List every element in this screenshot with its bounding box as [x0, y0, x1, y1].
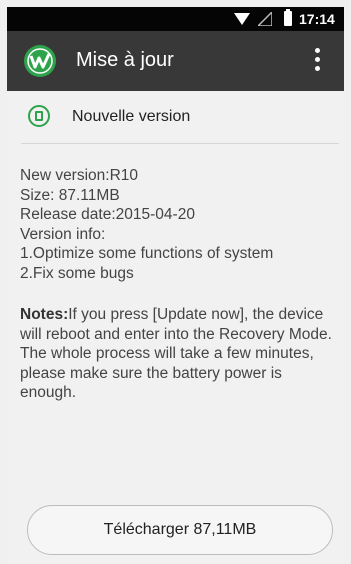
status-time: 17:14: [299, 11, 335, 27]
app-logo-icon: [24, 45, 56, 77]
info-line: Size: 87.11MB: [20, 186, 120, 204]
section-title: Nouvelle version: [72, 108, 191, 125]
info-line: 1.Optimize some functions of system: [20, 245, 274, 262]
info-line: 2.Fix some bugs: [20, 264, 134, 282]
info-line: New version:R10: [20, 167, 139, 184]
notes-label: Notes:: [20, 306, 69, 323]
divider: [21, 143, 339, 144]
info-line: Release date:2015-04-20: [20, 206, 195, 223]
battery-icon: [284, 9, 292, 26]
wifi-icon: [234, 13, 250, 25]
signal-icon: [258, 12, 272, 26]
download-button[interactable]: Télécharger 87,11MB: [27, 505, 333, 555]
update-content: Nouvelle version New version:R10 Size: 8…: [7, 91, 344, 564]
notes: Notes:If you press [Update now], the dev…: [20, 305, 335, 403]
status-bar: 17:14: [7, 7, 344, 31]
app-bar: Mise à jour: [7, 31, 344, 91]
document-icon: [28, 105, 50, 127]
info-line: Version info:: [20, 225, 106, 243]
section-header: Nouvelle version: [7, 91, 344, 143]
version-info: New version:R10 Size: 87.11MB Release da…: [20, 166, 335, 283]
app-title: Mise à jour: [76, 49, 174, 71]
overflow-menu-icon[interactable]: [307, 45, 327, 77]
